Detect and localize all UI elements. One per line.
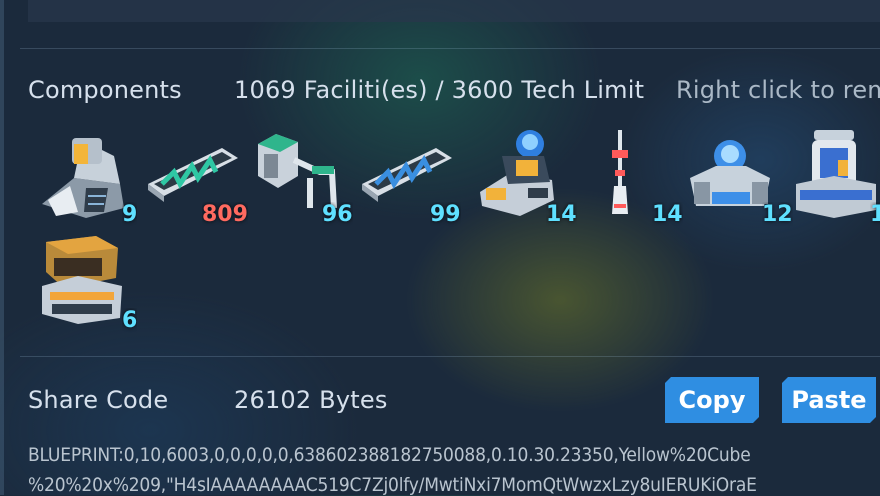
component-count: 12 — [762, 202, 793, 227]
component-slot-smelter[interactable]: 6 — [34, 232, 138, 333]
divider-bottom — [20, 356, 880, 357]
component-count: 10 — [870, 202, 880, 227]
share-code-title: Share Code — [28, 386, 169, 414]
storage-tank-icon — [796, 130, 876, 218]
component-count: 9 — [122, 202, 138, 227]
blueprint-code-line-2[interactable]: %20%20x%209,"H4sIAAAAAAAAC519C7Zj0lfy/Mw… — [28, 474, 757, 496]
component-slot-sorter[interactable]: 96 — [254, 126, 354, 227]
component-count: 96 — [322, 202, 353, 227]
component-count: 14 — [546, 202, 577, 227]
remove-hint: Right click to remove — [676, 76, 880, 104]
component-slot-tesla-tower[interactable]: 14 — [582, 126, 683, 227]
smelter-icon — [42, 236, 122, 324]
panel-edge — [0, 0, 4, 495]
copy-button[interactable]: Copy — [665, 377, 759, 423]
component-slot-wireless-power-tower[interactable]: 12 — [686, 126, 793, 227]
facility-summary: 1069 Faciliti(es) / 3600 Tech Limit — [234, 76, 645, 104]
component-slot-conveyor-mk1[interactable]: 809 — [144, 126, 248, 227]
component-count: 99 — [430, 202, 461, 227]
share-code-size: 26102 Bytes — [234, 386, 388, 414]
component-count: 6 — [122, 308, 138, 333]
divider-top — [20, 48, 880, 49]
components-title: Components — [28, 76, 182, 104]
paste-button[interactable]: Paste — [782, 377, 876, 423]
component-slot-storage-tank[interactable]: 10 — [790, 126, 880, 227]
component-slot-conveyor-mk2[interactable]: 99 — [360, 126, 461, 227]
component-slot-assembler[interactable]: 9 — [34, 126, 138, 227]
blueprint-code-line-1[interactable]: BLUEPRINT:0,10,6003,0,0,0,0,0,6386023881… — [28, 444, 751, 466]
component-count-over-limit: 809 — [202, 202, 248, 227]
top-panel — [28, 0, 880, 22]
assembler-icon — [42, 138, 124, 218]
component-count: 14 — [652, 202, 683, 227]
component-slot-matrix-lab[interactable]: 14 — [472, 126, 577, 227]
